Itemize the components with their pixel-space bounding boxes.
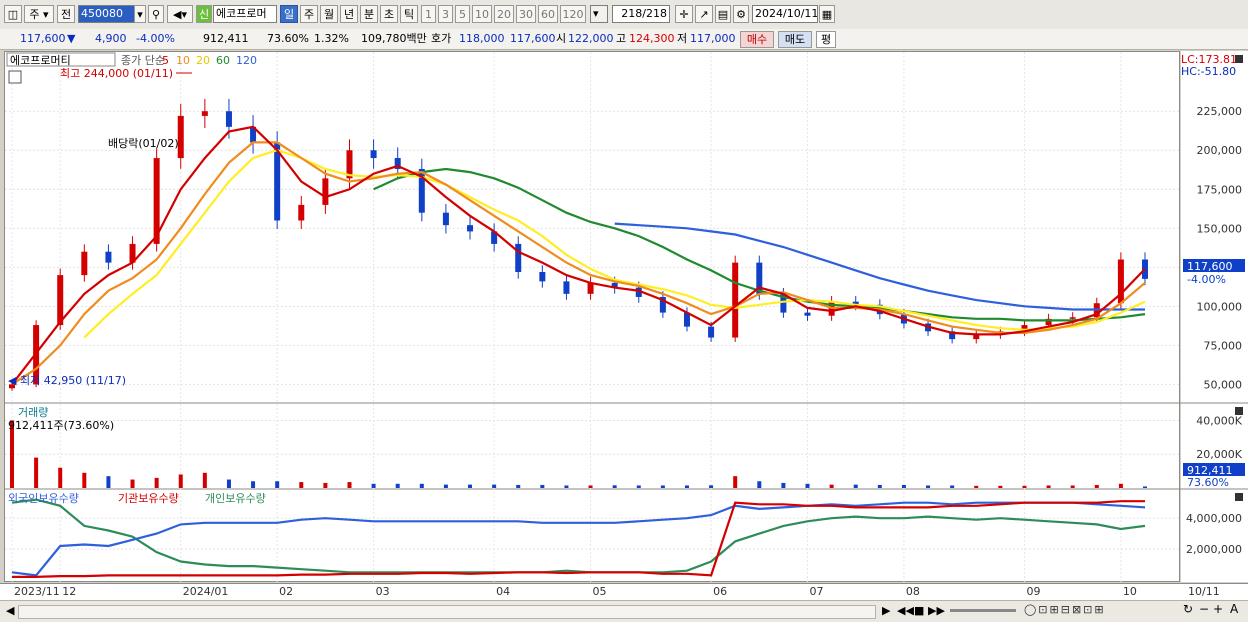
scroll-bar: ◀ ▶ ◀◀ ■ ▶▶ ◯⊡⊞⊟⊠⊡⊞ ↻ − + A (0, 600, 1248, 622)
zoom-in-icon[interactable]: + (1213, 602, 1223, 616)
calendar-icon[interactable]: ▦ (819, 5, 835, 23)
quote-high: 124,300 (629, 32, 675, 45)
sell-button[interactable]: 매도 (778, 31, 812, 48)
tab-tick[interactable]: 틱 (400, 5, 418, 23)
tab-day[interactable]: 일 (280, 5, 298, 23)
date-field[interactable]: 2024/10/11 (752, 5, 818, 23)
interval-30[interactable]: 30 (516, 5, 536, 23)
interval-60[interactable]: 60 (538, 5, 558, 23)
rewind-icon[interactable]: ◀◀ (897, 604, 914, 617)
stock-name-field[interactable]: 에코프로머 (213, 5, 277, 23)
quote-turnover: 1.32% (314, 32, 349, 45)
quote-change: 4,900 (95, 32, 127, 45)
speaker-icon[interactable]: ◀▾ (167, 5, 193, 23)
open-label: 시 (556, 32, 567, 45)
market-label: 주 (29, 8, 40, 21)
price-axis (1181, 51, 1248, 582)
crosshair-icon[interactable]: ✛ (675, 5, 693, 23)
scroll-right-icon[interactable]: ▶ (882, 604, 890, 617)
zoom-slider[interactable] (950, 609, 1016, 612)
down-arrow-icon: ▼ (67, 32, 76, 45)
quote-open: 122,000 (568, 32, 614, 45)
layout-icon[interactable]: ◫ (4, 5, 22, 23)
fast-forward-icon[interactable]: ▶▶ (928, 604, 945, 617)
count-field[interactable]: 218/218 (612, 5, 670, 23)
quote-vol-ratio: 73.60% (267, 32, 309, 45)
quote-price: 117,600 (20, 32, 66, 45)
interval-1[interactable]: 1 (421, 5, 436, 23)
quote-amount: 109,780백만 (361, 32, 427, 45)
interval-10[interactable]: 10 (472, 5, 492, 23)
x-axis (0, 583, 1248, 601)
reset-icon[interactable]: ↻ (1183, 602, 1193, 616)
toolbar: ◫ 주 ▾ 전 450080 ▾ ⚲ ◀▾ 신 에코프로머 일 주 월 년 분 … (0, 0, 1248, 30)
tab-month[interactable]: 월 (320, 5, 338, 23)
interval-dropdown-icon[interactable]: ▾ (590, 5, 608, 23)
font-size-icon[interactable]: A (1230, 602, 1238, 616)
market-select[interactable]: 주 ▾ (24, 5, 54, 23)
tab-second[interactable]: 초 (380, 5, 398, 23)
drawing-tools-icon[interactable]: ◯⊡⊞⊟⊠⊡⊞ (1024, 603, 1106, 616)
quote-ask: 118,000 (459, 32, 505, 45)
code-dropdown-icon[interactable]: ▾ (134, 5, 146, 23)
scroll-left-icon[interactable]: ◀ (6, 604, 14, 617)
low-label: 저 (677, 32, 688, 45)
scroll-track[interactable] (18, 605, 876, 619)
interval-120[interactable]: 120 (560, 5, 586, 23)
interval-5[interactable]: 5 (455, 5, 470, 23)
zoom-out-icon[interactable]: − (1199, 602, 1209, 616)
save-icon[interactable]: ▤ (715, 5, 731, 23)
gear-icon[interactable]: ⚙ (733, 5, 749, 23)
quote-bid: 117,600 (510, 32, 556, 45)
stop-icon[interactable]: ■ (914, 604, 924, 617)
interval-20[interactable]: 20 (494, 5, 514, 23)
search-icon[interactable]: ⚲ (148, 5, 164, 23)
high-label: 고 (616, 32, 627, 45)
tab-week[interactable]: 주 (300, 5, 318, 23)
tab-year[interactable]: 년 (340, 5, 358, 23)
quote-change-pct: -4.00% (136, 32, 175, 45)
new-badge: 신 (196, 5, 212, 23)
prev-button[interactable]: 전 (57, 5, 75, 23)
quote-low: 117,000 (690, 32, 736, 45)
interval-3[interactable]: 3 (438, 5, 453, 23)
flat-button[interactable]: 평 (816, 31, 836, 48)
buy-button[interactable]: 매수 (740, 31, 774, 48)
hoga-label: 호가 (431, 32, 452, 45)
draw-icon[interactable]: ↗ (695, 5, 713, 23)
tab-minute[interactable]: 분 (360, 5, 378, 23)
chart-area[interactable] (4, 51, 1180, 582)
quote-volume: 912,411 (203, 32, 249, 45)
